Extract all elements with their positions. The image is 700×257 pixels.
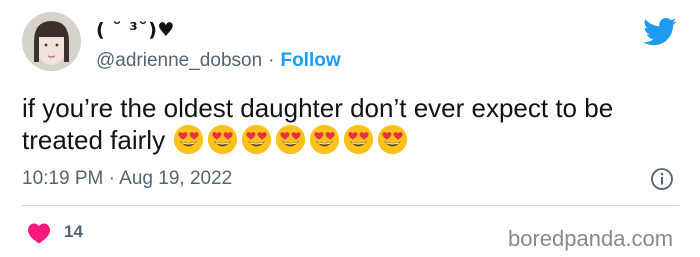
display-name[interactable]: ( ˘ ³˘)♥ bbox=[96, 19, 175, 41]
heart-eyes-emoji-icon bbox=[377, 124, 408, 155]
heart-icon[interactable] bbox=[27, 222, 51, 244]
user-handle[interactable]: @adrienne_dobson bbox=[96, 50, 262, 71]
heart-eyes-emoji-icon bbox=[275, 124, 306, 155]
separator-dot: · bbox=[268, 50, 275, 71]
watermark: boredpanda.com bbox=[508, 226, 674, 251]
divider bbox=[22, 205, 679, 206]
emoji-group bbox=[173, 124, 411, 162]
handle-row: @adrienne_dobson · Follow bbox=[96, 50, 341, 72]
twitter-logo-icon[interactable] bbox=[643, 17, 677, 47]
like-count: 14 bbox=[64, 222, 83, 241]
tweet-date[interactable]: Aug 19, 2022 bbox=[119, 168, 232, 189]
heart-eyes-emoji-icon bbox=[207, 124, 238, 155]
heart-eyes-emoji-icon bbox=[343, 124, 374, 155]
tweet-time[interactable]: 10:19 PM bbox=[22, 168, 103, 189]
tweet-card: ( ˘ ³˘)♥ @adrienne_dobson · Follow if you’… bbox=[0, 0, 700, 257]
tweet-text: if you’re the oldest daughter don’t ever… bbox=[22, 92, 682, 162]
info-icon[interactable] bbox=[650, 167, 674, 191]
follow-button[interactable]: Follow bbox=[280, 50, 340, 71]
heart-eyes-emoji-icon bbox=[173, 124, 204, 155]
meta-separator: · bbox=[108, 168, 115, 189]
heart-eyes-emoji-icon bbox=[309, 124, 340, 155]
tweet-meta: 10:19 PM · Aug 19, 2022 bbox=[22, 168, 232, 190]
avatar[interactable] bbox=[22, 12, 81, 71]
heart-eyes-emoji-icon bbox=[241, 124, 272, 155]
